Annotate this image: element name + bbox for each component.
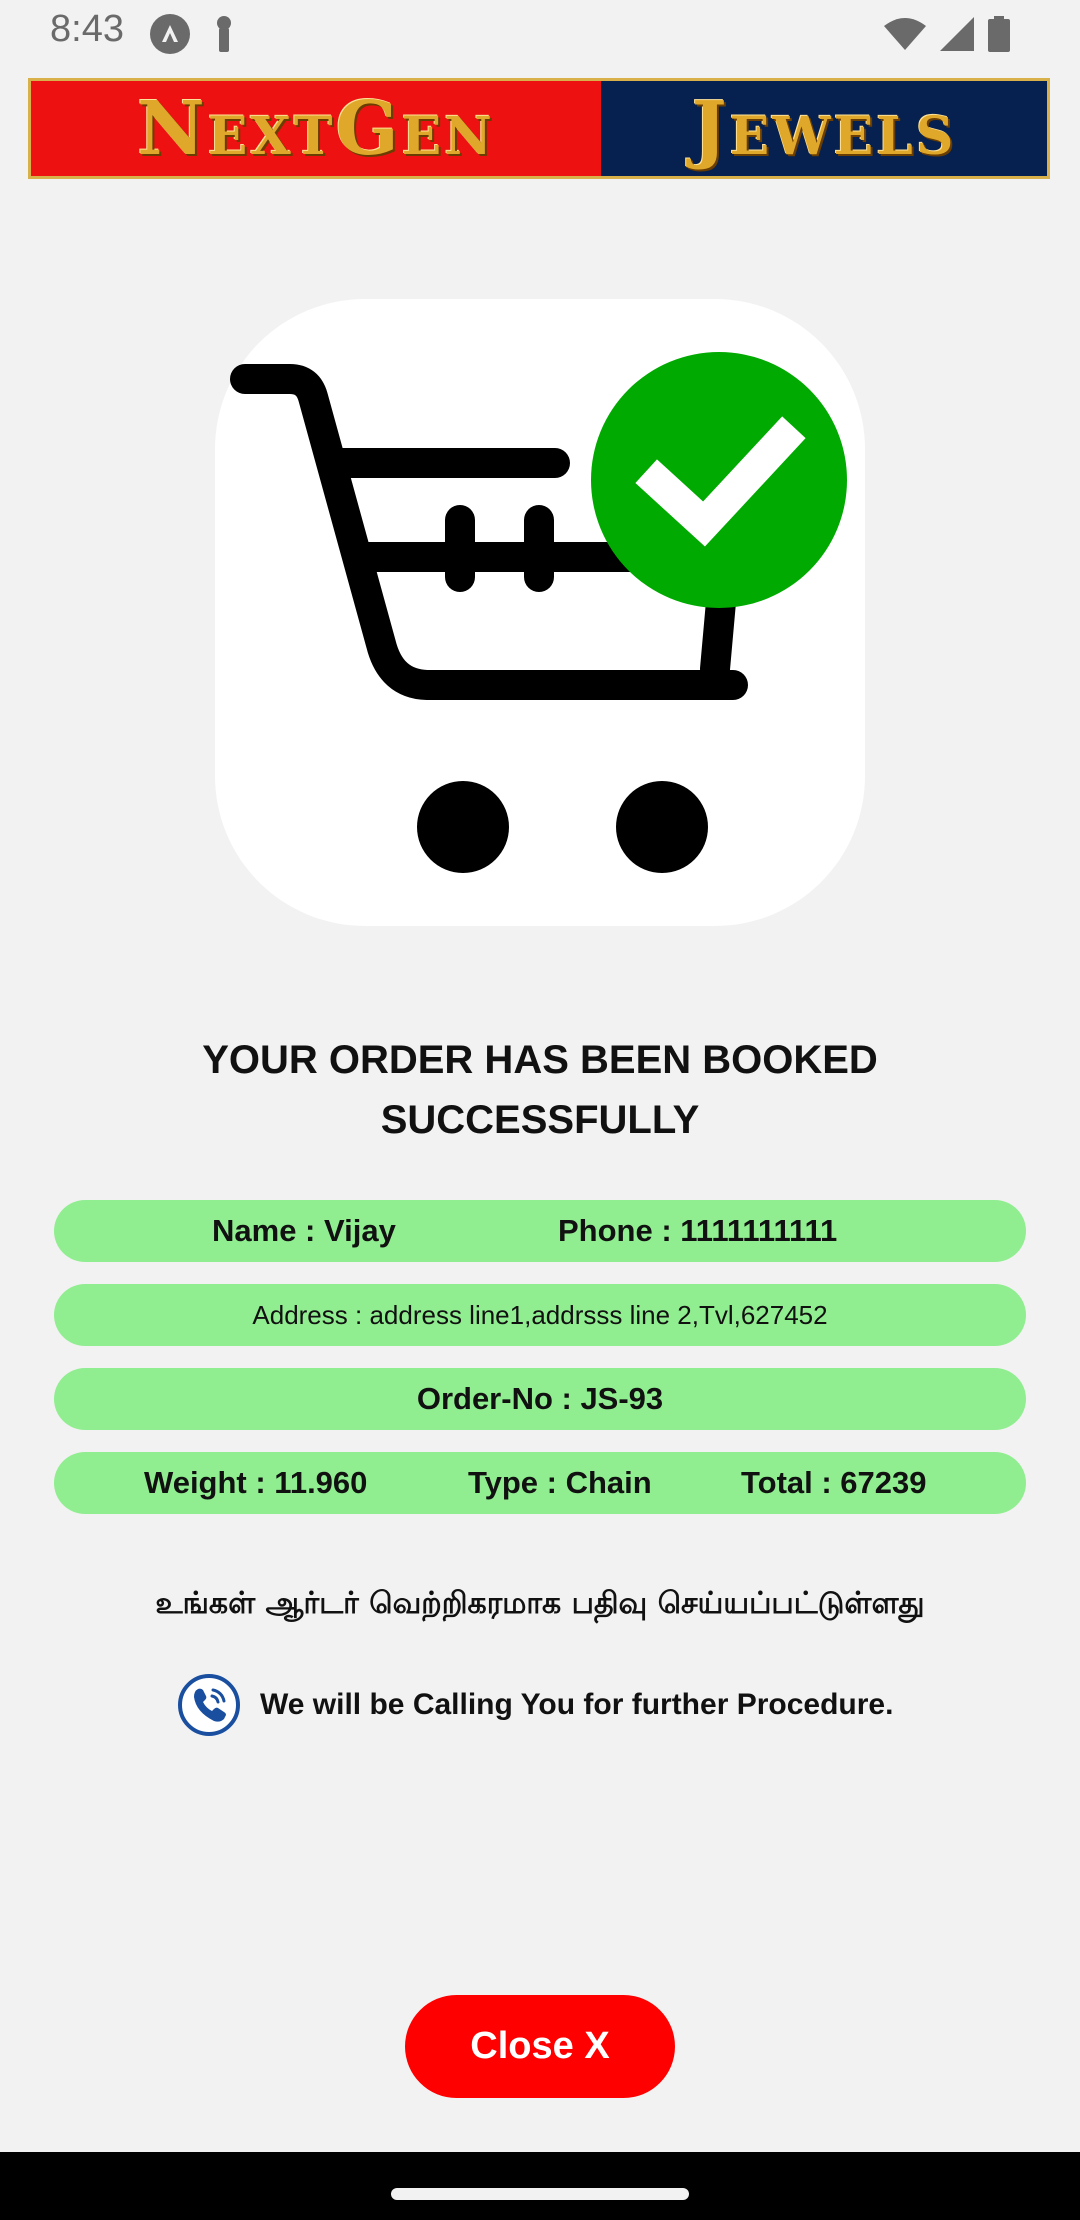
address-pill: Address : address line1,addrsss line 2,T… <box>54 1284 1026 1346</box>
battery-icon <box>988 16 1010 57</box>
customer-address: Address : address line1,addrsss line 2,T… <box>252 1299 828 1330</box>
phone-call-icon <box>176 1672 242 1738</box>
order-success-illustration <box>215 299 865 926</box>
customer-name: Name : Vijay <box>212 1213 396 1248</box>
brand-banner: NextGen Jewels <box>28 78 1050 179</box>
customer-info-pill: Name : Vijay Phone : 1111111111 <box>54 1200 1026 1262</box>
tamil-success-message: உங்கள் ஆர்டர் வெற்றிகரமாக பதிவு செய்யப்ப… <box>155 1586 925 1621</box>
success-title-line1: YOUR ORDER HAS BEEN BOOKED <box>202 1038 878 1082</box>
customer-phone: Phone : 1111111111 <box>558 1213 838 1248</box>
status-left-icons <box>150 14 236 59</box>
status-right-icons <box>884 16 1010 57</box>
order-number: Order-No : JS-93 <box>416 1381 664 1416</box>
success-title-line2: SUCCESSFULLY <box>380 1098 700 1142</box>
status-time: 8:43 <box>50 8 124 50</box>
order-number-pill: Order-No : JS-93 <box>54 1368 1026 1430</box>
signal-icon <box>940 17 974 56</box>
call-info-text: We will be Calling You for further Proce… <box>260 1688 894 1721</box>
key-icon <box>212 14 236 59</box>
home-gesture-handle[interactable] <box>391 2188 689 2200</box>
cart-check-icon <box>230 352 847 873</box>
order-weight: Weight : 11.960 <box>144 1465 368 1500</box>
banner-left: NextGen <box>31 81 601 176</box>
banner-right: Jewels <box>601 81 1047 176</box>
banner-text-jewels: Jewels <box>691 85 957 172</box>
app-notification-icon <box>150 14 190 59</box>
success-title: YOUR ORDER HAS BEEN BOOKED SUCCESSFULLY <box>0 1030 1080 1150</box>
order-details-pill: Weight : 11.960 Type : Chain Total : 672… <box>54 1452 1026 1514</box>
wifi-icon <box>884 18 926 55</box>
close-button[interactable]: Close X <box>405 1995 675 2098</box>
order-total: Total : 67239 <box>741 1465 927 1500</box>
banner-text-nextgen: NextGen <box>137 85 495 172</box>
order-type: Type : Chain <box>468 1465 652 1500</box>
status-bar: 8:43 <box>0 0 1080 68</box>
call-info: We will be Calling You for further Proce… <box>176 1672 893 1738</box>
navigation-bar <box>0 2152 1080 2220</box>
